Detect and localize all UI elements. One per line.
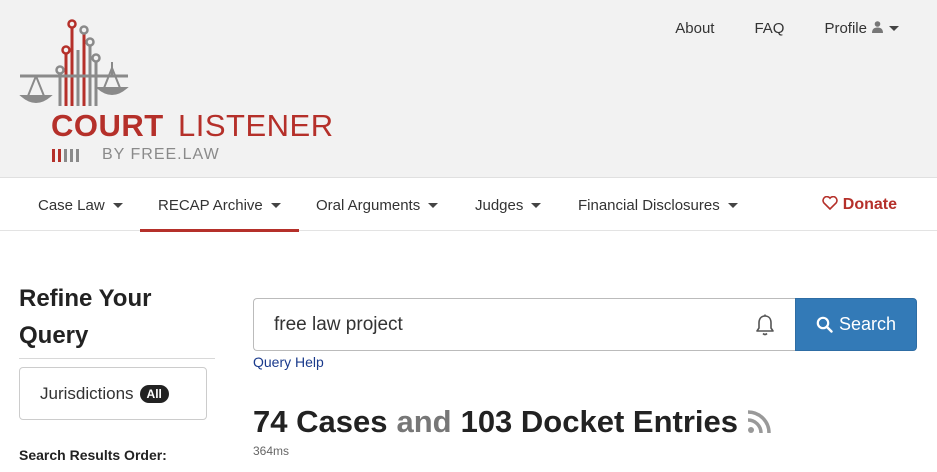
heart-icon [822, 195, 838, 215]
donate-label: Donate [842, 196, 897, 213]
refine-query-heading: Refine Your Query [19, 280, 215, 359]
logo-text-court: COURT [51, 108, 164, 143]
nav-case-law[interactable]: Case Law [38, 179, 123, 231]
jurisdictions-badge: All [139, 384, 169, 403]
nav-oral-arguments[interactable]: Oral Arguments [316, 179, 439, 231]
chevron-down-icon [428, 202, 439, 208]
profile-label: Profile [824, 20, 867, 37]
top-nav: About FAQ Profile [635, 20, 899, 37]
nav-judges-label: Judges [475, 196, 524, 214]
search-input-value: free law project [274, 313, 403, 335]
jurisdictions-button[interactable]: Jurisdictions All [19, 367, 207, 420]
court-listener-logo[interactable]: COURT LISTENER BY FREE.LAW [18, 18, 338, 168]
chevron-down-icon [889, 26, 899, 31]
rss-icon[interactable] [746, 409, 772, 435]
query-help-link[interactable]: Query Help [253, 354, 324, 370]
nav-case-law-label: Case Law [38, 196, 105, 214]
about-link[interactable]: About [675, 20, 714, 37]
chevron-down-icon [531, 202, 542, 208]
main-nav: Case Law RECAP Archive Oral Arguments Ju… [0, 179, 937, 232]
logo-text-listener: LISTENER [178, 108, 334, 143]
site-header: COURT LISTENER BY FREE.LAW About FAQ Pro… [0, 0, 937, 178]
profile-menu[interactable]: Profile [824, 20, 899, 37]
nav-recap-archive[interactable]: RECAP Archive [140, 179, 299, 232]
chevron-down-icon [112, 202, 123, 208]
search-input[interactable]: free law project [253, 298, 795, 351]
results-cases-count: 74 Cases [253, 404, 388, 439]
about-link-label: About [675, 20, 715, 37]
results-docket-count: 103 Docket Entries [460, 404, 738, 439]
chevron-down-icon [727, 202, 738, 208]
faq-link-label: FAQ [754, 20, 785, 37]
search-button-label: Search [838, 314, 897, 334]
nav-recap-archive-label: RECAP Archive [158, 196, 263, 214]
query-timing: 364ms [253, 444, 290, 458]
nav-oral-arguments-label: Oral Arguments [316, 196, 421, 214]
nav-judges[interactable]: Judges [475, 179, 542, 231]
bell-icon[interactable] [753, 313, 777, 337]
results-heading: 74 Cases and 103 Docket Entries [253, 404, 772, 440]
donate-link[interactable]: Donate [822, 179, 897, 231]
person-icon [872, 21, 883, 36]
chevron-down-icon [270, 202, 281, 208]
logo-byline: BY FREE.LAW [102, 146, 220, 163]
search-icon [816, 316, 833, 333]
results-and: and [396, 404, 452, 439]
search-order-label: Search Results Order: [19, 447, 167, 463]
logo-bars-icon [52, 149, 96, 163]
nav-financial-disclosures[interactable]: Financial Disclosures [578, 179, 738, 231]
nav-financial-disclosures-label: Financial Disclosures [578, 196, 720, 214]
search-button[interactable]: Search [795, 298, 917, 351]
faq-link[interactable]: FAQ [754, 20, 784, 37]
jurisdictions-label: Jurisdictions [40, 383, 134, 403]
